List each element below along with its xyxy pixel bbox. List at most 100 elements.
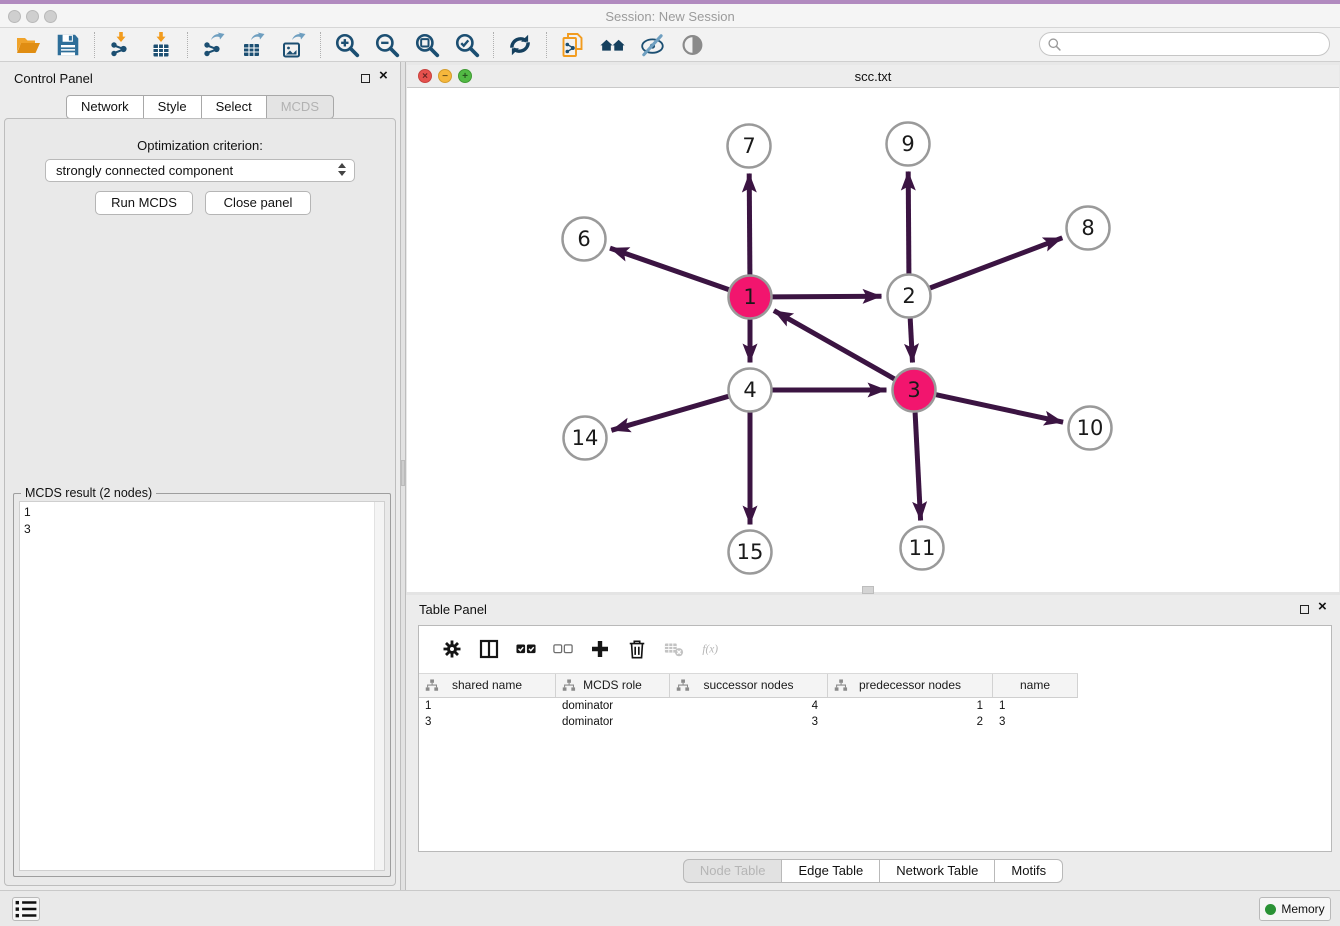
close-panel-icon[interactable]: × xyxy=(1318,598,1327,615)
task-history-button[interactable] xyxy=(12,897,40,921)
mcds-result-group: MCDS result (2 nodes) 1 3 xyxy=(13,493,391,877)
splitter-grip[interactable] xyxy=(862,586,874,594)
svg-text:2: 2 xyxy=(902,284,915,308)
tab-motifs[interactable]: Motifs xyxy=(995,859,1063,883)
column-header-MCDS-role[interactable]: MCDS role xyxy=(556,674,670,697)
table-cell[interactable]: 3 xyxy=(419,715,556,731)
run-mcds-button[interactable]: Run MCDS xyxy=(95,191,193,215)
edge-2-8[interactable] xyxy=(930,238,1062,288)
zoom-fit-icon[interactable] xyxy=(407,30,447,60)
select-all-icon[interactable] xyxy=(507,633,544,665)
column-header-shared-name[interactable]: shared name xyxy=(419,674,556,697)
table-cell[interactable]: dominator xyxy=(556,715,670,731)
edge-1-2[interactable] xyxy=(773,296,882,297)
table-row[interactable]: 3dominator323 xyxy=(419,715,1331,731)
edge-1-7[interactable] xyxy=(749,174,750,275)
home-icon[interactable] xyxy=(593,30,633,60)
tab-node-table[interactable]: Node Table xyxy=(683,859,783,883)
graph-node-14[interactable]: 14 xyxy=(564,417,607,460)
delete-row-icon[interactable] xyxy=(618,633,655,665)
table-cell[interactable]: 4 xyxy=(670,699,828,715)
svg-text:14: 14 xyxy=(572,426,599,450)
zoom-selected-icon[interactable] xyxy=(447,30,487,60)
share-session-icon[interactable] xyxy=(553,30,593,60)
table-cell[interactable]: dominator xyxy=(556,699,670,715)
main-area: Control Panel × NetworkStyleSelectMCDS O… xyxy=(0,62,1340,890)
tab-network-table[interactable]: Network Table xyxy=(880,859,995,883)
toolbar-separator xyxy=(320,32,321,58)
import-table-icon[interactable] xyxy=(141,30,181,60)
column-header-predecessor-nodes[interactable]: predecessor nodes xyxy=(828,674,993,697)
edge-2-9[interactable] xyxy=(908,172,909,274)
columns-icon[interactable] xyxy=(470,633,507,665)
column-header-successor-nodes[interactable]: successor nodes xyxy=(670,674,828,697)
network-view-canvas[interactable]: 7 9 6 8 1 2 4 3 14 10 15 11 xyxy=(407,88,1339,592)
svg-text:1: 1 xyxy=(743,285,756,309)
edge-3-10[interactable] xyxy=(936,395,1063,423)
hide-graphics-icon[interactable] xyxy=(633,30,673,60)
search-input[interactable] xyxy=(1066,35,1321,53)
graph-node-10[interactable]: 10 xyxy=(1069,407,1112,450)
edge-3-11[interactable] xyxy=(915,413,921,521)
tab-mcds[interactable]: MCDS xyxy=(267,95,334,119)
float-panel-icon[interactable] xyxy=(1300,605,1309,614)
table-cell[interactable]: 1 xyxy=(419,699,556,715)
graph-node-11[interactable]: 11 xyxy=(901,527,944,570)
graph-node-1[interactable]: 1 xyxy=(729,276,772,319)
mcds-result-area[interactable]: 1 3 xyxy=(19,501,385,871)
refresh-icon[interactable] xyxy=(500,30,540,60)
splitter-grip[interactable] xyxy=(401,460,405,486)
table-cell[interactable]: 1 xyxy=(828,699,993,715)
graph-node-3[interactable]: 3 xyxy=(893,369,936,412)
tab-network[interactable]: Network xyxy=(66,95,144,119)
zoom-in-icon[interactable] xyxy=(327,30,367,60)
graph-node-4[interactable]: 4 xyxy=(729,369,772,412)
level-of-detail-icon[interactable] xyxy=(673,30,713,60)
graph-node-2[interactable]: 2 xyxy=(888,275,931,318)
table-cell[interactable]: 1 xyxy=(993,699,1078,715)
deselect-all-icon[interactable] xyxy=(544,633,581,665)
close-panel-button[interactable]: Close panel xyxy=(205,191,311,215)
export-network-icon[interactable] xyxy=(194,30,234,60)
toolbar-separator xyxy=(546,32,547,58)
memory-button[interactable]: Memory xyxy=(1259,897,1331,921)
status-bar: Memory xyxy=(0,890,1340,926)
float-panel-icon[interactable] xyxy=(361,74,370,83)
column-header-name[interactable]: name xyxy=(993,674,1078,697)
tab-style[interactable]: Style xyxy=(144,95,202,119)
import-network-icon[interactable] xyxy=(101,30,141,60)
graph-node-15[interactable]: 15 xyxy=(729,531,772,574)
graph-node-7[interactable]: 7 xyxy=(728,125,771,168)
save-icon[interactable] xyxy=(48,30,88,60)
graph-node-8[interactable]: 8 xyxy=(1067,207,1110,250)
zoom-out-icon[interactable] xyxy=(367,30,407,60)
table-header-row: shared nameMCDS rolesuccessor nodesprede… xyxy=(419,673,1078,698)
graph-node-6[interactable]: 6 xyxy=(563,218,606,261)
mcds-panel: Optimization criterion: strongly connect… xyxy=(4,118,396,886)
tab-edge-table[interactable]: Edge Table xyxy=(782,859,880,883)
graph-node-9[interactable]: 9 xyxy=(887,123,930,166)
edge-4-14[interactable] xyxy=(611,396,728,430)
gear-icon[interactable] xyxy=(433,633,470,665)
table-body: 1dominator4113dominator323 xyxy=(419,699,1331,731)
table-cell[interactable]: 3 xyxy=(993,715,1078,731)
search-field[interactable] xyxy=(1039,32,1330,56)
close-panel-icon[interactable]: × xyxy=(379,67,388,84)
right-column: × − + scc.txt 7968124314101511 Table Pan… xyxy=(406,62,1340,890)
result-scrollbar[interactable] xyxy=(374,502,384,870)
open-folder-icon[interactable] xyxy=(8,30,48,60)
table-cell[interactable]: 3 xyxy=(670,715,828,731)
export-table-icon[interactable] xyxy=(234,30,274,60)
edge-2-3[interactable] xyxy=(910,319,912,363)
svg-text:8: 8 xyxy=(1081,216,1094,240)
table-cell[interactable]: 2 xyxy=(828,715,993,731)
network-graph[interactable]: 7 9 6 8 1 2 4 3 14 10 15 11 xyxy=(407,88,1339,592)
criterion-dropdown[interactable]: strongly connected component xyxy=(45,159,355,182)
edge-3-1[interactable] xyxy=(774,311,895,379)
edge-1-6[interactable] xyxy=(610,248,729,290)
table-row[interactable]: 1dominator411 xyxy=(419,699,1331,715)
memory-status-icon xyxy=(1265,904,1276,915)
export-image-icon[interactable] xyxy=(274,30,314,60)
tab-select[interactable]: Select xyxy=(202,95,267,119)
add-row-icon[interactable] xyxy=(581,633,618,665)
